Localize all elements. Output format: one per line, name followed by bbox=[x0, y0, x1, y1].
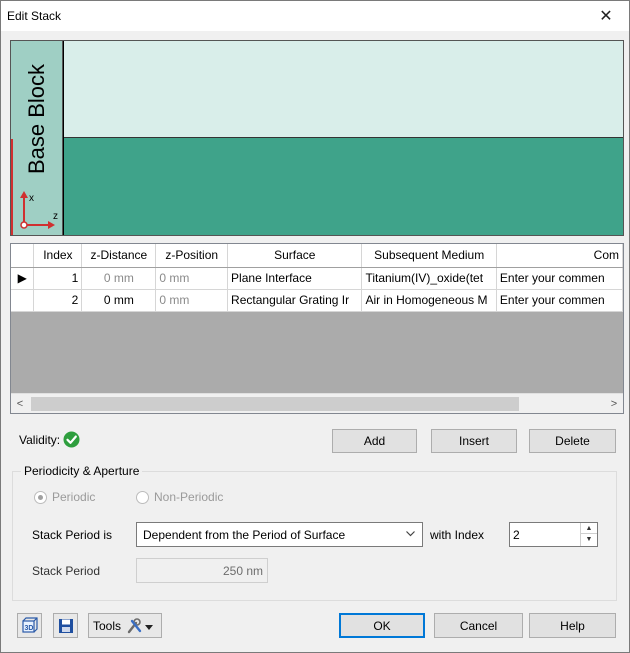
periodicity-group-title: Periodicity & Aperture bbox=[21, 464, 143, 478]
scroll-left-icon[interactable]: < bbox=[11, 394, 29, 413]
tools-menu-button[interactable]: Tools bbox=[88, 613, 162, 638]
base-block-marker bbox=[11, 139, 13, 235]
window-title: Edit Stack bbox=[7, 9, 62, 23]
stack-period-mode-select[interactable]: Dependent from the Period of Surface bbox=[136, 522, 423, 547]
stack-period-label: Stack Period bbox=[32, 564, 101, 578]
validity-label: Validity: bbox=[19, 432, 61, 447]
with-index-label: with Index bbox=[430, 528, 485, 542]
spin-up-icon[interactable]: ▲ bbox=[581, 523, 597, 534]
cell-comment[interactable]: Enter your commen bbox=[496, 267, 623, 290]
cell-surface[interactable]: Rectangular Grating Ir bbox=[227, 289, 363, 312]
column-header-subsequent-medium[interactable]: Subsequent Medium bbox=[361, 244, 497, 268]
with-index-value[interactable]: 2 bbox=[513, 528, 520, 542]
coordinate-axes-icon: x z bbox=[20, 191, 58, 229]
non-periodic-radio-label: Non-Periodic bbox=[154, 490, 224, 504]
stack-grid: Index z-Distance z-Position Surface Subs… bbox=[11, 244, 623, 312]
non-periodic-radio-circle bbox=[136, 490, 149, 504]
horizontal-scrollbar[interactable]: < > bbox=[11, 393, 623, 413]
cell-subsequent-medium[interactable]: Air in Homogeneous M bbox=[361, 289, 497, 312]
cell-comment[interactable]: Enter your commen bbox=[496, 289, 623, 312]
validity-indicator: Validity: bbox=[19, 431, 80, 448]
row-selector-marker[interactable]: ▶ bbox=[11, 267, 35, 290]
row-selector-marker[interactable] bbox=[11, 289, 35, 312]
cell-z-position: 0 mm bbox=[155, 267, 229, 290]
close-icon[interactable]: ✕ bbox=[583, 1, 629, 31]
base-block-panel: Base Block x z bbox=[11, 41, 63, 235]
axis-z-label: z bbox=[53, 211, 58, 222]
cell-surface[interactable]: Plane Interface bbox=[227, 267, 363, 290]
cell-index: 2 bbox=[33, 289, 83, 312]
spin-down-icon[interactable]: ▼ bbox=[581, 534, 597, 545]
3d-view-icon[interactable]: 3D bbox=[17, 613, 42, 638]
periodic-radio-label: Periodic bbox=[52, 490, 96, 504]
with-index-stepper[interactable]: 2 ▲ ▼ bbox=[509, 522, 598, 547]
title-bar: Edit Stack ✕ bbox=[1, 1, 629, 31]
cell-z-distance[interactable]: 0 mm bbox=[81, 289, 157, 312]
insert-button[interactable]: Insert bbox=[431, 429, 517, 453]
scroll-thumb[interactable] bbox=[31, 397, 519, 411]
stack-period-mode-value: Dependent from the Period of Surface bbox=[143, 527, 346, 542]
periodic-radio-circle bbox=[34, 490, 47, 504]
check-circle-icon bbox=[63, 431, 80, 448]
column-header-z-position[interactable]: z-Position bbox=[155, 244, 229, 268]
stack-table: Index z-Distance z-Position Surface Subs… bbox=[10, 243, 624, 414]
table-row[interactable]: ▶ 1 0 mm 0 mm Plane Interface Titanium(I… bbox=[11, 267, 623, 290]
table-row[interactable]: 2 0 mm 0 mm Rectangular Grating Ir Air i… bbox=[11, 289, 623, 312]
column-header-surface[interactable]: Surface bbox=[227, 244, 363, 268]
edit-stack-dialog: Edit Stack ✕ Base Block x z Index z-Dist… bbox=[0, 0, 630, 653]
column-header-index[interactable]: Index bbox=[33, 244, 83, 268]
table-header-row: Index z-Distance z-Position Surface Subs… bbox=[11, 244, 623, 268]
stack-preview: Base Block x z bbox=[10, 40, 624, 236]
non-periodic-radio[interactable]: Non-Periodic bbox=[136, 490, 223, 504]
stack-period-is-label: Stack Period is bbox=[32, 528, 113, 542]
column-header-comment[interactable]: Com bbox=[496, 244, 623, 268]
cell-z-position: 0 mm bbox=[155, 289, 229, 312]
layer-upper-medium[interactable] bbox=[64, 41, 623, 138]
tools-icon bbox=[127, 617, 154, 633]
column-header-rowhead bbox=[11, 244, 35, 268]
ok-button[interactable]: OK bbox=[339, 613, 425, 638]
svg-text:3D: 3D bbox=[24, 625, 33, 632]
add-button[interactable]: Add bbox=[332, 429, 417, 453]
cancel-button[interactable]: Cancel bbox=[434, 613, 523, 638]
tools-label: Tools bbox=[93, 618, 122, 633]
axis-x-label: x bbox=[29, 193, 34, 204]
chevron-down-icon bbox=[405, 528, 416, 542]
cell-z-distance[interactable]: 0 mm bbox=[81, 267, 157, 290]
cell-subsequent-medium[interactable]: Titanium(IV)_oxide(tet bbox=[361, 267, 497, 290]
delete-button[interactable]: Delete bbox=[529, 429, 616, 453]
save-icon[interactable] bbox=[53, 613, 78, 638]
stack-period-field: 250 nm bbox=[136, 558, 268, 583]
layer-lower-medium[interactable] bbox=[64, 138, 623, 235]
help-button[interactable]: Help bbox=[529, 613, 616, 638]
cell-index: 1 bbox=[33, 267, 83, 290]
base-block-label: Base Block bbox=[24, 63, 49, 175]
scroll-right-icon[interactable]: > bbox=[605, 394, 623, 413]
periodic-radio[interactable]: Periodic bbox=[34, 490, 95, 504]
column-header-z-distance[interactable]: z-Distance bbox=[81, 244, 157, 268]
